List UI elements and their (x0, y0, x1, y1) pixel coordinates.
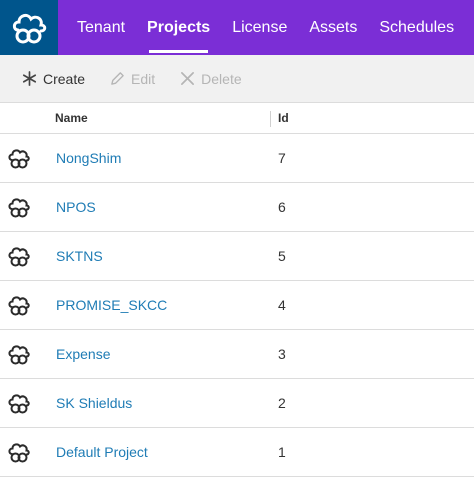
table-row[interactable]: NPOS 6 (0, 183, 474, 232)
delete-button[interactable]: Delete (179, 70, 242, 87)
project-cloud-icon (8, 345, 30, 365)
project-id: 7 (278, 150, 286, 166)
edit-label: Edit (131, 70, 156, 87)
tab-license[interactable]: License (221, 0, 298, 55)
project-name-link[interactable]: SK Shieldus (56, 395, 132, 411)
project-cloud-icon (8, 198, 30, 218)
project-id: 2 (278, 395, 286, 411)
asterisk-icon (21, 71, 37, 87)
column-divider[interactable] (270, 111, 271, 127)
x-icon (179, 71, 195, 87)
project-name-link[interactable]: SKTNS (56, 248, 103, 264)
create-label: Create (43, 70, 86, 87)
project-id: 6 (278, 199, 286, 215)
project-id: 4 (278, 297, 286, 313)
projects-table: Name Id NongShim 7 NPOS 6 SKTNS 5 PROMIS… (0, 103, 474, 477)
nav-tabs: Tenant Projects License Assets Schedules (58, 0, 465, 55)
tab-schedules[interactable]: Schedules (368, 0, 465, 55)
table-row[interactable]: NongShim 7 (0, 134, 474, 183)
tab-assets[interactable]: Assets (298, 0, 368, 55)
app-logo[interactable] (0, 0, 58, 55)
project-cloud-icon (8, 296, 30, 316)
cloud-link-logo-icon (12, 13, 47, 43)
create-button[interactable]: Create (21, 71, 85, 87)
tab-tenant[interactable]: Tenant (58, 0, 136, 55)
table-row[interactable]: PROMISE_SKCC 4 (0, 281, 474, 330)
project-cloud-icon (8, 247, 30, 267)
project-name-link[interactable]: Default Project (56, 444, 148, 460)
table-row[interactable]: SK Shieldus 2 (0, 379, 474, 428)
project-name-link[interactable]: NPOS (56, 199, 96, 215)
project-cloud-icon (8, 394, 30, 414)
column-header-id[interactable]: Id (278, 111, 289, 125)
top-navigation: Tenant Projects License Assets Schedules (0, 0, 474, 55)
column-header-name[interactable]: Name (55, 111, 88, 125)
project-cloud-icon (8, 149, 30, 169)
pencil-icon (109, 71, 125, 87)
project-id: 3 (278, 346, 286, 362)
table-row[interactable]: SKTNS 5 (0, 232, 474, 281)
project-name-link[interactable]: Expense (56, 346, 110, 362)
table-body: NongShim 7 NPOS 6 SKTNS 5 PROMISE_SKCC 4 (0, 134, 474, 477)
project-cloud-icon (8, 443, 30, 463)
project-name-link[interactable]: PROMISE_SKCC (56, 297, 167, 313)
project-id: 1 (278, 444, 286, 460)
table-header: Name Id (0, 103, 474, 134)
delete-label: Delete (201, 70, 242, 87)
tab-projects[interactable]: Projects (136, 0, 221, 55)
project-name-link[interactable]: NongShim (56, 150, 121, 166)
edit-button[interactable]: Edit (109, 71, 155, 87)
toolbar: Create Edit Delete (0, 55, 474, 103)
table-row[interactable]: Default Project 1 (0, 428, 474, 477)
project-id: 5 (278, 248, 286, 264)
table-row[interactable]: Expense 3 (0, 330, 474, 379)
